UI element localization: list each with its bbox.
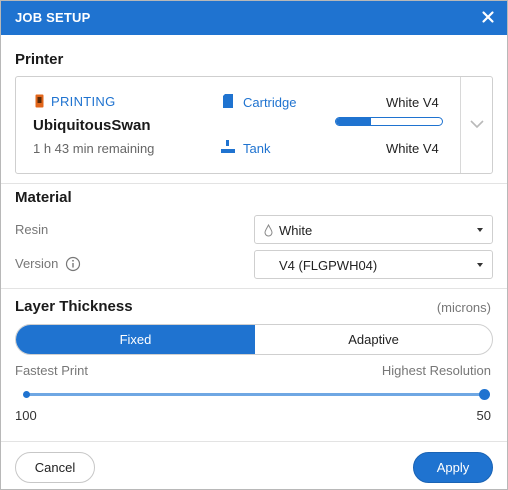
cartridge-label: Cartridge [243,95,297,110]
tank-value: White V4 [386,141,439,156]
info-icon[interactable] [65,256,81,272]
tank-icon [220,140,236,154]
slider-min-value: 100 [15,408,37,423]
droplet-icon [264,224,273,237]
printer-status: PRINTING [51,94,116,109]
close-icon[interactable] [479,8,497,26]
slider-max-value: 50 [476,408,491,423]
printer-section-title: Printer [15,51,64,68]
time-remaining: 1 h 43 min remaining [33,141,155,156]
mode-fixed-button[interactable]: Fixed [16,325,255,354]
resin-value: White [279,223,313,238]
slider-right-label: Highest Resolution [381,363,491,378]
mode-adaptive-button[interactable]: Adaptive [255,325,492,354]
divider [1,288,507,289]
thickness-slider-handle[interactable] [479,389,490,400]
resin-select[interactable]: White [254,215,493,244]
dialog-title: JOB SETUP [15,10,91,25]
printer-name: UbiquitousSwan [33,117,151,134]
apply-button[interactable]: Apply [413,452,493,483]
job-setup-dialog: JOB SETUP Printer PRINTING UbiquitousSwa… [0,0,508,490]
dialog-titlebar: JOB SETUP [1,1,507,35]
slider-min-marker [23,391,30,398]
chevron-down-icon [470,120,484,129]
cartridge-level-fill [336,118,371,125]
material-section-title: Material [15,189,72,206]
slider-left-label: Fastest Print [15,363,88,378]
units-label: (microns) [436,300,491,315]
version-label: Version [15,256,59,271]
caret-down-icon [477,263,483,267]
thickness-slider-track[interactable] [25,393,485,396]
layer-mode-toggle: Fixed Adaptive [15,324,493,355]
divider [1,183,507,184]
tank-label: Tank [243,141,271,156]
printer-dropdown-toggle[interactable] [460,77,492,173]
version-select[interactable]: V4 (FLGPWH04) [254,250,493,279]
cartridge-value: White V4 [386,95,439,110]
version-value: V4 (FLGPWH04) [279,258,378,273]
divider [1,441,507,442]
printer-status-icon [35,94,44,108]
caret-down-icon [477,228,483,232]
cartridge-level-bar [335,117,443,126]
resin-label: Resin [15,222,49,237]
printer-selector[interactable]: PRINTING UbiquitousSwan 1 h 43 min remai… [15,76,493,174]
cartridge-icon [222,94,234,108]
layer-thickness-title: Layer Thickness [15,298,133,315]
cancel-button[interactable]: Cancel [15,452,95,483]
